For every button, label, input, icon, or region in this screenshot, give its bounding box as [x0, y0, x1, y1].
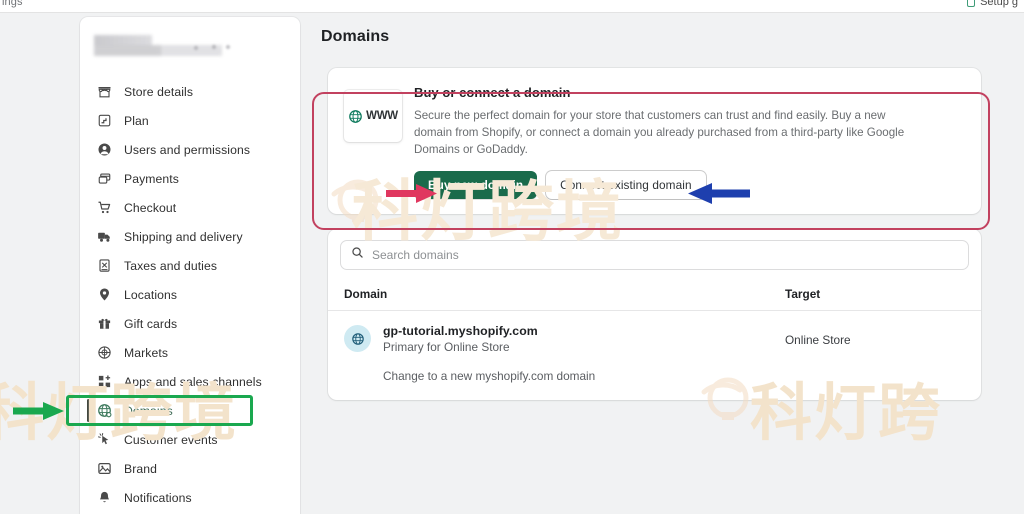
- sidebar-item-store-details[interactable]: Store details: [88, 77, 292, 106]
- sidebar-item-customer-events[interactable]: Customer events: [88, 425, 292, 454]
- sidebar-item-label: Customer events: [124, 432, 218, 447]
- domains-list-card: Domain Target gp-tutorial.myshopify.com …: [328, 229, 981, 400]
- sidebar-item-label: Brand: [124, 461, 158, 476]
- sidebar-item-label: Store details: [124, 84, 194, 99]
- setup-guide-label: Setup g: [980, 0, 1018, 8]
- sidebar-item-brand[interactable]: Brand: [88, 454, 292, 483]
- sidebar-item-label: Shipping and delivery: [124, 229, 243, 244]
- cursor-click-icon: [96, 431, 113, 448]
- sidebar-item-label: Checkout: [124, 200, 177, 215]
- row-domain-text: gp-tutorial.myshopify.com Primary for On…: [383, 324, 595, 385]
- cart-icon: [96, 199, 113, 216]
- main-content: Domains WWW Buy or connect a domain Secu…: [320, 17, 990, 514]
- store-header[interactable]: [80, 17, 300, 75]
- store-name-redacted-dots: [192, 44, 242, 52]
- sidebar-item-gift-cards[interactable]: Gift cards: [88, 309, 292, 338]
- sidebar-item-label: Plan: [124, 113, 149, 128]
- banner-title: Buy or connect a domain: [414, 85, 571, 100]
- sidebar-item-payments[interactable]: Payments: [88, 164, 292, 193]
- window-top-strip: ings Setup g: [0, 0, 1024, 13]
- taxes-icon: [96, 257, 113, 274]
- payments-icon: [96, 170, 113, 187]
- settings-nav: Store details Plan Users and permissions…: [80, 75, 300, 512]
- setup-guide-icon: [967, 0, 976, 7]
- sidebar-item-users-and-permissions[interactable]: Users and permissions: [88, 135, 292, 164]
- globe-icon: [96, 402, 113, 419]
- domain-subtitle: Primary for Online Store: [383, 340, 510, 354]
- www-globe-icon: WWW: [344, 90, 402, 142]
- setup-guide-button[interactable]: Setup g: [967, 0, 1018, 8]
- sidebar-item-label: Gift cards: [124, 316, 178, 331]
- user-icon: [96, 141, 113, 158]
- search-wrapper: [328, 229, 981, 280]
- truck-icon: [96, 228, 113, 245]
- bell-icon: [96, 489, 113, 506]
- plan-icon: [96, 112, 113, 129]
- page-title: Domains: [321, 28, 390, 45]
- breadcrumb-settings[interactable]: ings: [2, 0, 23, 8]
- row-target-cell: Online Store: [785, 333, 851, 347]
- sidebar-item-plan[interactable]: Plan: [88, 106, 292, 135]
- row-domain-cell: gp-tutorial.myshopify.com Primary for On…: [344, 324, 785, 385]
- buy-new-domain-button[interactable]: Buy new domain: [414, 171, 538, 199]
- sidebar-item-label: Taxes and duties: [124, 258, 218, 273]
- globe-icon: [344, 325, 371, 352]
- sidebar-item-label: Locations: [124, 287, 178, 302]
- sidebar-item-label: Apps and sales channels: [124, 374, 262, 389]
- sidebar-item-notifications[interactable]: Notifications: [88, 483, 292, 512]
- pin-icon: [96, 286, 113, 303]
- domain-name: gp-tutorial.myshopify.com: [383, 324, 538, 338]
- search-domains-box[interactable]: [340, 240, 969, 270]
- app-root: ings Setup g 科灯跨境 科灯跨境 科灯跨 Store details…: [0, 0, 1024, 514]
- sidebar-item-label: Markets: [124, 345, 169, 360]
- domains-table-header: Domain Target: [328, 280, 981, 311]
- search-icon: [351, 246, 364, 264]
- www-label: WWW: [366, 110, 398, 122]
- buy-or-connect-banner: WWW Buy or connect a domain Secure the p…: [328, 68, 981, 214]
- storefront-icon: [96, 83, 113, 100]
- apps-icon: [96, 373, 113, 390]
- banner-description: Secure the perfect domain for your store…: [414, 109, 905, 156]
- sidebar-item-locations[interactable]: Locations: [88, 280, 292, 309]
- sidebar-item-label: Payments: [124, 171, 179, 186]
- column-header-domain: Domain: [344, 287, 388, 301]
- sidebar-item-shipping-and-delivery[interactable]: Shipping and delivery: [88, 222, 292, 251]
- connect-existing-domain-button[interactable]: Connect existing domain: [546, 171, 706, 199]
- sidebar-item-label: Domains: [124, 403, 173, 418]
- table-row[interactable]: gp-tutorial.myshopify.com Primary for On…: [328, 311, 981, 400]
- sidebar-item-domains[interactable]: Domains: [87, 396, 292, 425]
- brand-image-icon: [96, 460, 113, 477]
- banner-actions: Buy new domain Connect existing domain: [414, 171, 965, 199]
- sidebar-item-label: Users and permissions: [124, 142, 251, 157]
- column-header-target: Target: [785, 287, 821, 301]
- sidebar-item-label: Notifications: [124, 490, 192, 505]
- globe-markets-icon: [96, 344, 113, 361]
- gift-icon: [96, 315, 113, 332]
- sidebar-item-taxes-and-duties[interactable]: Taxes and duties: [88, 251, 292, 280]
- search-input[interactable]: [372, 248, 958, 262]
- change-myshopify-domain-link[interactable]: Change to a new myshopify.com domain: [383, 369, 595, 383]
- sidebar-item-checkout[interactable]: Checkout: [88, 193, 292, 222]
- settings-sidebar: Store details Plan Users and permissions…: [80, 17, 300, 514]
- sidebar-item-markets[interactable]: Markets: [88, 338, 292, 367]
- sidebar-item-apps-and-sales-channels[interactable]: Apps and sales channels: [88, 367, 292, 396]
